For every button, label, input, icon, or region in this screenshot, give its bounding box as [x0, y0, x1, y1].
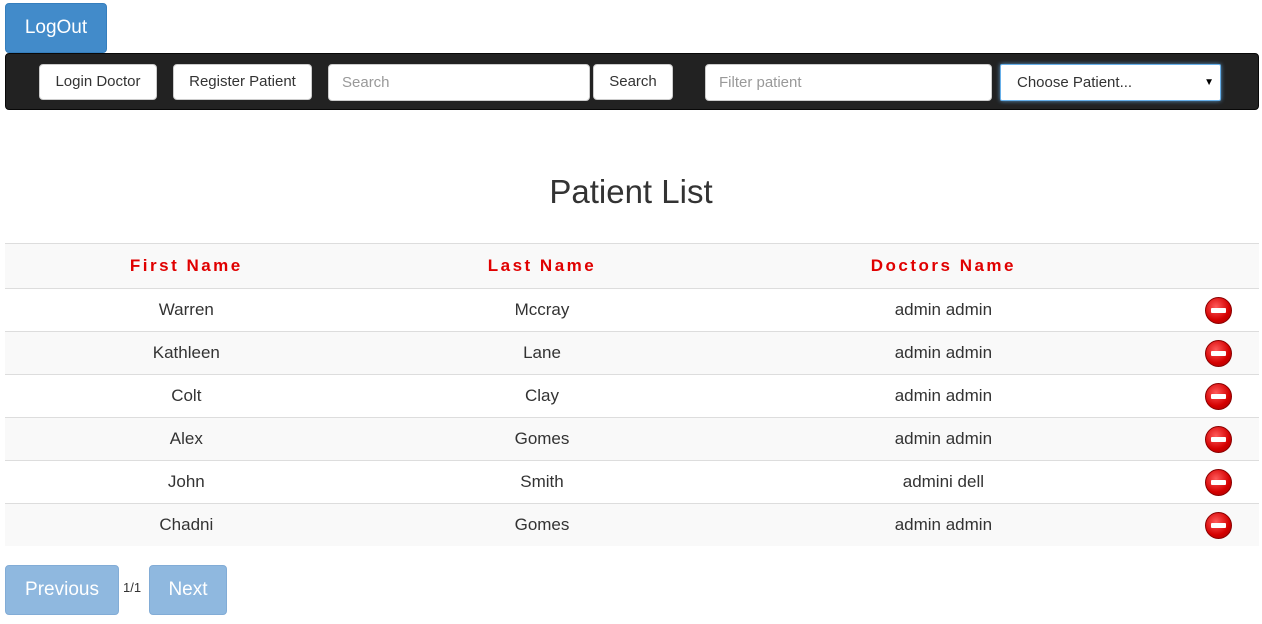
- cell-first-name: Colt: [5, 374, 368, 418]
- header-first-name: First Name: [5, 243, 368, 289]
- delete-icon[interactable]: [1205, 425, 1233, 453]
- cell-doctor-name: admin admin: [716, 374, 1171, 418]
- logout-button[interactable]: LogOut: [5, 3, 107, 53]
- page-indicator: 1/1: [123, 580, 142, 595]
- cell-first-name: Kathleen: [5, 331, 368, 375]
- cell-first-name: John: [5, 460, 368, 504]
- cell-last-name: Smith: [367, 460, 717, 504]
- table-row: Colt Clay admin admin: [5, 374, 1259, 418]
- search-input[interactable]: Search: [328, 64, 590, 101]
- navbar: Login Doctor Register Patient Search Sea…: [5, 53, 1259, 110]
- delete-icon[interactable]: [1205, 382, 1233, 410]
- cell-last-name: Lane: [367, 331, 717, 375]
- next-button[interactable]: Next: [149, 565, 227, 615]
- filter-patient-input[interactable]: Filter patient: [705, 64, 992, 101]
- cell-doctor-name: admini dell: [716, 460, 1171, 504]
- login-doctor-button[interactable]: Login Doctor: [39, 64, 157, 100]
- search-button[interactable]: Search: [593, 64, 673, 100]
- cell-last-name: Clay: [367, 374, 717, 418]
- header-actions: [1170, 243, 1259, 289]
- choose-patient-selected-value: Choose Patient...: [1017, 74, 1133, 91]
- previous-button[interactable]: Previous: [5, 565, 119, 615]
- cell-last-name: Gomes: [367, 503, 717, 546]
- table-header-row: First Name Last Name Doctors Name: [5, 243, 1259, 289]
- patient-table: First Name Last Name Doctors Name Warren…: [5, 243, 1259, 546]
- page-title: Patient List: [549, 173, 713, 210]
- cell-first-name: Chadni: [5, 503, 368, 546]
- cell-first-name: Alex: [5, 417, 368, 461]
- register-patient-button[interactable]: Register Patient: [173, 64, 312, 100]
- table-row: Kathleen Lane admin admin: [5, 331, 1259, 375]
- cell-doctor-name: admin admin: [716, 417, 1171, 461]
- dropdown-arrow-icon: ▼: [1204, 77, 1214, 88]
- cell-actions: [1170, 503, 1259, 546]
- cell-doctor-name: admin admin: [716, 503, 1171, 546]
- cell-actions: [1170, 417, 1259, 461]
- cell-last-name: Mccray: [367, 288, 717, 332]
- cell-doctor-name: admin admin: [716, 288, 1171, 332]
- header-last-name: Last Name: [367, 243, 717, 289]
- cell-actions: [1170, 460, 1259, 504]
- table-row: Alex Gomes admin admin: [5, 417, 1259, 461]
- cell-actions: [1170, 374, 1259, 418]
- delete-icon[interactable]: [1205, 339, 1233, 367]
- cell-actions: [1170, 331, 1259, 375]
- delete-icon[interactable]: [1205, 511, 1233, 539]
- header-doctors-name: Doctors Name: [716, 243, 1171, 289]
- delete-icon[interactable]: [1205, 296, 1233, 324]
- table-row: Chadni Gomes admin admin: [5, 503, 1259, 546]
- cell-doctor-name: admin admin: [716, 331, 1171, 375]
- table-row: Warren Mccray admin admin: [5, 288, 1259, 332]
- cell-actions: [1170, 288, 1259, 332]
- delete-icon[interactable]: [1205, 468, 1233, 496]
- cell-first-name: Warren: [5, 288, 368, 332]
- cell-last-name: Gomes: [367, 417, 717, 461]
- table-row: John Smith admini dell: [5, 460, 1259, 504]
- choose-patient-select[interactable]: Choose Patient... ▼: [1000, 64, 1221, 101]
